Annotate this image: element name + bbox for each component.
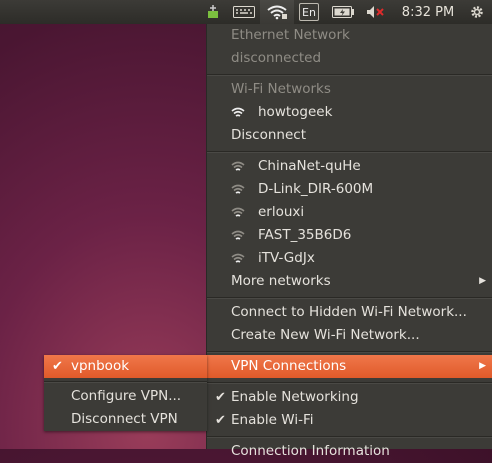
checkmark-icon: ✔ [52,359,63,374]
checkmark-icon: ✔ [215,390,226,405]
separator [207,382,492,384]
wifi-icon[interactable] [260,0,294,24]
separator [207,74,492,76]
clock-label: 8:32 PM [401,4,455,20]
clock[interactable]: 8:32 PM [396,0,460,24]
enable-networking-item[interactable]: ✔ Enable Networking [207,386,492,409]
create-new-network-item[interactable]: Create New Wi-Fi Network... [207,324,492,347]
separator [207,436,492,438]
separator [207,351,492,353]
wifi-signal-icon [231,253,245,263]
connect-hidden-network-item[interactable]: Connect to Hidden Wi-Fi Network... [207,301,492,324]
ethernet-status: disconnected [231,50,322,66]
wifi-signal-icon [231,161,245,171]
network-menu: Ethernet Network disconnected Wi-Fi Netw… [207,24,492,459]
battery-icon[interactable] [328,0,358,24]
separator [207,151,492,153]
vpn-connections-item[interactable]: VPN Connections ▶ [207,355,492,378]
lang-indicator: En [299,3,319,21]
network-wired-icon[interactable] [200,0,226,24]
wifi-signal-icon [231,230,245,240]
wifi-signal-icon [231,184,245,194]
top-panel: En 8:32 PM [0,0,492,24]
connection-information-item[interactable]: Connection Information [207,440,492,463]
network-item[interactable]: iTV-GdJx [207,247,492,270]
network-item-connected[interactable]: howtogeek [207,101,492,124]
vpn-submenu: ✔ vpnbook Configure VPN... Disconnect VP… [44,355,207,431]
disconnect-vpn-item[interactable]: Disconnect VPN [44,408,207,431]
submenu-arrow-icon: ▶ [479,361,486,371]
volume-muted-icon[interactable] [362,0,390,24]
checkmark-icon: ✔ [215,413,226,428]
disconnect-item[interactable]: Disconnect [207,124,492,147]
network-item[interactable]: FAST_35B6D6 [207,224,492,247]
separator [207,297,492,299]
wifi-signal-icon [231,207,245,217]
separator [44,381,207,383]
keyboard-layout-icon[interactable]: En [296,0,322,24]
submenu-arrow-icon: ▶ [479,276,486,286]
network-item[interactable]: D-Link_DIR-600M [207,178,492,201]
enable-wifi-item[interactable]: ✔ Enable Wi-Fi [207,409,492,432]
ethernet-header: Ethernet Network [231,27,350,43]
wifi-header: Wi-Fi Networks [231,81,331,97]
gear-icon[interactable] [464,0,490,24]
network-item[interactable]: ChinaNet-quHe [207,155,492,178]
wifi-signal-icon [231,107,245,117]
configure-vpn-item[interactable]: Configure VPN... [44,385,207,408]
more-networks-item[interactable]: More networks ▶ [207,270,492,293]
network-item[interactable]: erlouxi [207,201,492,224]
keyboard-icon[interactable] [228,0,260,24]
vpn-item-vpnbook[interactable]: ✔ vpnbook [44,355,207,378]
